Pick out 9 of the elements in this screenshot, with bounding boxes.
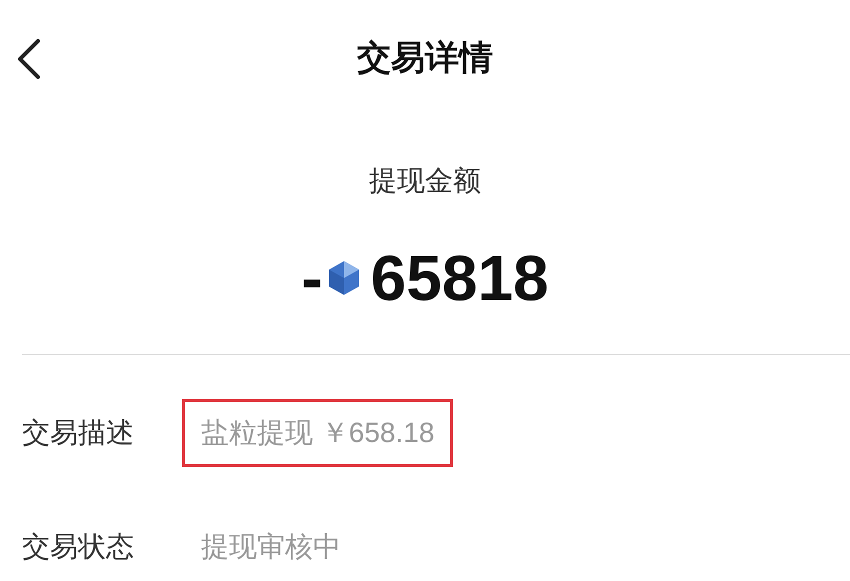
- detail-value: 盐粒提现 ￥658.18: [182, 399, 454, 467]
- detail-label: 交易描述: [22, 416, 135, 450]
- amount-label: 提现金额: [369, 164, 481, 198]
- amount-sign: -: [301, 246, 323, 310]
- coin-icon: [328, 261, 359, 295]
- page-title: 交易详情: [357, 38, 493, 78]
- detail-label: 交易状态: [22, 530, 135, 564]
- amount-value: 65818: [370, 246, 549, 310]
- detail-value: 提现审核中: [200, 530, 342, 564]
